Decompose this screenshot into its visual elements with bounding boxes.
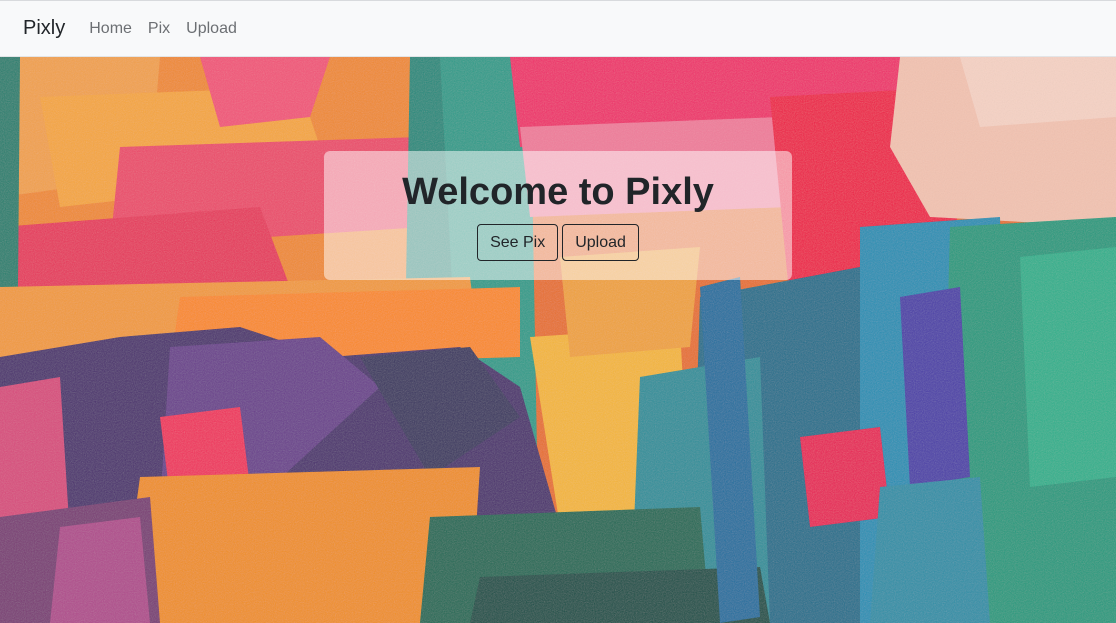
- brand-link[interactable]: Pixly: [23, 17, 65, 40]
- nav-links: Home Pix Upload: [89, 20, 253, 38]
- nav-link-home[interactable]: Home: [89, 20, 132, 38]
- navbar: Pixly Home Pix Upload: [0, 0, 1116, 57]
- nav-link-upload[interactable]: Upload: [186, 20, 237, 38]
- see-pix-button[interactable]: See Pix: [477, 224, 559, 261]
- hero-section: Welcome to Pixly See Pix Upload: [0, 57, 1116, 623]
- upload-button[interactable]: Upload: [562, 224, 639, 261]
- hero-background-painting: [0, 57, 1116, 623]
- welcome-title: Welcome to Pixly: [402, 171, 714, 213]
- nav-link-pix[interactable]: Pix: [148, 20, 170, 38]
- welcome-card: Welcome to Pixly See Pix Upload: [324, 151, 792, 280]
- hero-button-group: See Pix Upload: [324, 224, 792, 261]
